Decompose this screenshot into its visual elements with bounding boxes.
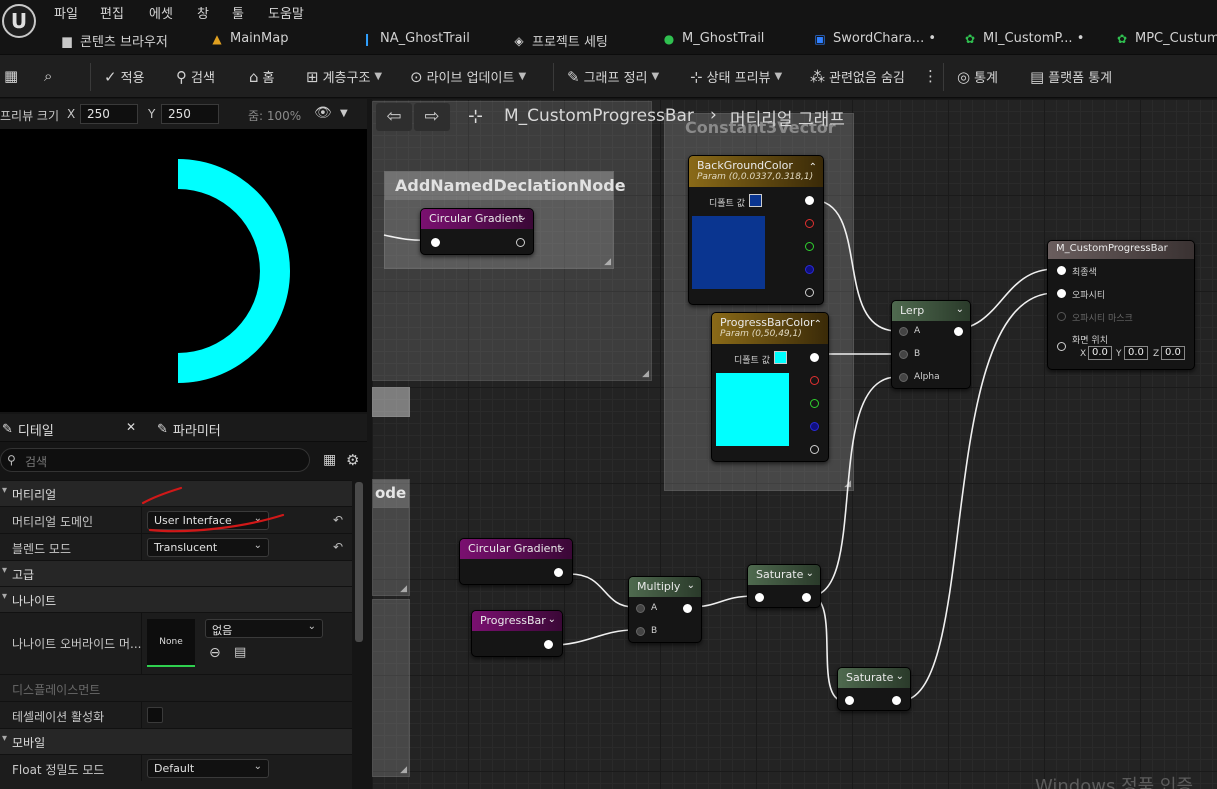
- stats-icon: ◎: [957, 67, 971, 86]
- node-multiply[interactable]: Multiply ⌄ A B: [628, 576, 702, 643]
- input-pin-a[interactable]: [636, 604, 645, 613]
- background-color-small-swatch[interactable]: [749, 194, 762, 207]
- output-pin[interactable]: [516, 238, 525, 247]
- mpc-icon: ✿: [1116, 31, 1128, 46]
- chevron-down-icon: ▼: [651, 71, 660, 82]
- more-options-button[interactable]: ⋮: [923, 67, 938, 85]
- tab-m-ghosttrail[interactable]: ● M_GhostTrail: [662, 31, 765, 46]
- output-pin[interactable]: [554, 568, 563, 577]
- material-icon: ●: [663, 31, 675, 46]
- chevron-up-icon[interactable]: ⌃: [809, 162, 817, 173]
- settings-cube-icon: ◈: [514, 33, 524, 48]
- output-pin-g[interactable]: [810, 399, 819, 408]
- output-pin-g[interactable]: [805, 242, 814, 251]
- progress-bar-color-small-swatch[interactable]: [774, 351, 787, 364]
- screen-position-z-field[interactable]: 0.0: [1161, 346, 1185, 360]
- input-pin-opacity-mask[interactable]: [1057, 312, 1066, 321]
- background-color-preview-swatch: [692, 216, 765, 289]
- chevron-down-icon[interactable]: ⌄: [956, 304, 964, 315]
- input-pin[interactable]: [431, 238, 440, 247]
- output-pin-b[interactable]: [810, 422, 819, 431]
- live-update-button[interactable]: ⊙ 라이브 업데이트 ▼: [410, 67, 527, 87]
- kebab-menu-icon: ⋮: [923, 67, 938, 85]
- node-saturate-1[interactable]: Saturate ⌄: [747, 564, 821, 608]
- node-lerp[interactable]: Lerp ⌄ A B Alpha: [891, 300, 971, 389]
- output-pin[interactable]: [544, 640, 553, 649]
- output-pin-r[interactable]: [805, 219, 814, 228]
- tab-mpc-custum[interactable]: ✿ MPC_Custum: [1115, 31, 1217, 46]
- hide-nodes-icon: ⁂: [810, 67, 825, 86]
- node-circular-gradient[interactable]: Circular Gradient ⌄: [459, 538, 573, 585]
- chevron-down-icon[interactable]: ⌄: [687, 580, 695, 591]
- output-pin-a[interactable]: [805, 288, 814, 297]
- chevron-down-icon: ▼: [518, 71, 527, 82]
- state-preview-button[interactable]: ⊹ 상태 프리뷰 ▼: [690, 67, 783, 87]
- progress-bar-color-preview-swatch: [716, 373, 789, 446]
- output-pin[interactable]: [954, 327, 963, 336]
- chevron-down-icon[interactable]: ⌄: [519, 212, 527, 223]
- tab-na-ghosttrail[interactable]: ❙ NA_GhostTrail: [360, 31, 470, 46]
- output-pin-rgb[interactable]: [805, 196, 814, 205]
- chevron-down-icon[interactable]: ⌄: [558, 542, 566, 553]
- tab-project-settings[interactable]: ◈ 프로젝트 세팅: [512, 31, 608, 51]
- chevron-down-icon[interactable]: ⌄: [896, 671, 904, 682]
- brush-icon: ✎: [567, 67, 580, 86]
- node-circular-gradient-top[interactable]: Circular Gradient ⌄: [420, 208, 534, 255]
- input-pin-a[interactable]: [899, 327, 908, 336]
- tab-swordchara[interactable]: ▣ SwordChara... •: [813, 31, 936, 46]
- live-update-icon: ⊙: [410, 67, 423, 86]
- screen-position-y-field[interactable]: 0.0: [1124, 346, 1148, 360]
- output-pin-a[interactable]: [810, 445, 819, 454]
- stats-button[interactable]: ◎ 통계: [957, 67, 998, 87]
- input-pin-alpha[interactable]: [899, 373, 908, 382]
- chevron-down-icon: ▼: [374, 71, 383, 82]
- chevron-down-icon[interactable]: ⌄: [806, 568, 814, 579]
- chevron-down-icon: ▼: [774, 71, 783, 82]
- input-pin-b[interactable]: [636, 627, 645, 636]
- output-pin-b[interactable]: [805, 265, 814, 274]
- input-pin-b[interactable]: [899, 350, 908, 359]
- material-graph-canvas[interactable]: AddNamedDeclationNode ◢ Constant3Vector …: [372, 99, 1217, 789]
- toolbar-divider: [553, 63, 554, 91]
- output-pin[interactable]: [683, 604, 692, 613]
- output-pin-r[interactable]: [810, 376, 819, 385]
- input-pin-opacity[interactable]: [1057, 289, 1066, 298]
- unreal-logo-icon[interactable]: U: [2, 4, 36, 38]
- node-progress-bar-color[interactable]: ProgressBarColor Param (0,50,49,1) ⌃ 디폴트 …: [711, 312, 829, 462]
- chevron-up-icon[interactable]: ⌃: [814, 319, 822, 330]
- red-annotation-marks: [141, 486, 285, 533]
- platform-stats-icon: ▤: [1030, 67, 1045, 86]
- clean-graph-button[interactable]: ✎ 그래프 정리 ▼: [567, 67, 660, 87]
- node-tree-icon: ⊹: [690, 67, 703, 86]
- input-pin-final-color[interactable]: [1057, 266, 1066, 275]
- node-output-m-customprogressbar[interactable]: M_CustomProgressBar 최종색 오파시티 오파시티 마스크 화면…: [1047, 240, 1195, 370]
- chevron-down-icon[interactable]: ⌄: [548, 614, 556, 625]
- node-background-color[interactable]: BackGroundColor Param (0,0.0337,0.318,1) …: [688, 155, 824, 305]
- platform-stats-button[interactable]: ▤ 플랫폼 통계: [1030, 67, 1112, 87]
- node-progress-bar[interactable]: ProgressBar ⌄: [471, 610, 563, 657]
- input-pin[interactable]: [845, 696, 854, 705]
- input-pin-screen-position[interactable]: [1057, 342, 1066, 351]
- toolbar-divider: [943, 63, 944, 91]
- blueprint-icon: ▣: [814, 31, 826, 46]
- node-saturate-2[interactable]: Saturate ⌄: [837, 667, 911, 711]
- output-pin[interactable]: [802, 593, 811, 602]
- windows-activation-watermark: Windows 정품 인증: [1035, 776, 1194, 789]
- tab-mi-customp[interactable]: ✿ MI_CustomP... •: [963, 31, 1084, 46]
- input-pin[interactable]: [755, 593, 764, 602]
- hide-unrelated-button[interactable]: ⁂ 관련없음 숨김: [810, 67, 905, 87]
- output-pin[interactable]: [892, 696, 901, 705]
- material-instance-icon: ✿: [964, 31, 976, 46]
- output-pin-rgb[interactable]: [810, 353, 819, 362]
- screen-position-x-field[interactable]: 0.0: [1088, 346, 1112, 360]
